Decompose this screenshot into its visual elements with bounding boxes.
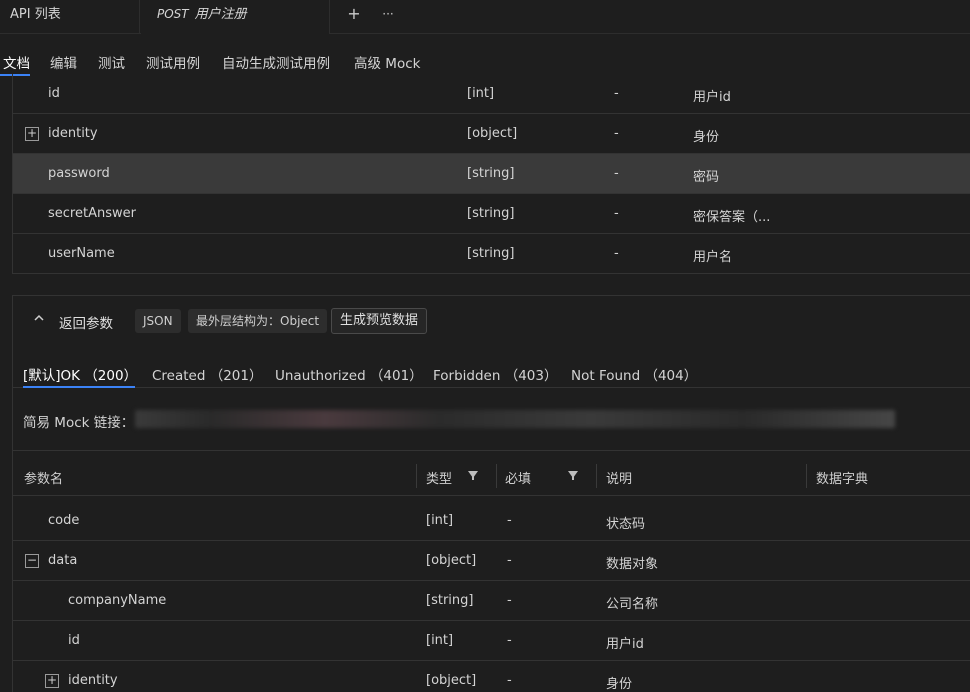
param-type: [int] (426, 513, 454, 528)
filter-icon[interactable] (568, 471, 578, 480)
more-icon: ··· (382, 7, 394, 21)
param-desc: 数据对象 (606, 557, 659, 572)
tab-status-201[interactable]: Created （201） (152, 364, 263, 384)
param-type: [object] (426, 553, 477, 568)
header-param-name: 参数名 (24, 472, 64, 487)
mock-link-redacted[interactable] (135, 410, 895, 428)
tab-status-403[interactable]: Forbidden （403） (433, 364, 557, 384)
table-row: + identity [object] - 身份 (13, 114, 970, 154)
param-type: [object] (467, 126, 518, 141)
param-type: [int] (426, 633, 454, 648)
param-name: id (48, 86, 60, 101)
structure-chip: 最外层结构为：Object (188, 309, 328, 333)
param-type: [string] (467, 206, 515, 221)
column-divider (496, 464, 497, 488)
header-desc: 说明 (606, 472, 633, 487)
header-required: 必填 (505, 472, 532, 487)
header-type: 类型 (426, 472, 453, 487)
table-row: code [int] - 状态码 (13, 501, 970, 541)
table-row-selected[interactable]: password [string] - 密码 (13, 154, 970, 194)
add-tab-button[interactable]: + (342, 3, 366, 27)
param-required: - (614, 86, 619, 101)
param-name: userName (48, 246, 115, 261)
param-required: - (507, 633, 512, 648)
expand-icon[interactable]: + (45, 674, 59, 688)
param-required: - (614, 126, 619, 141)
param-required: - (507, 513, 512, 528)
param-desc: 身份 (606, 677, 633, 692)
table-row: userName [string] - 用户名 (13, 234, 970, 274)
table-row: id [int] - 用户id (13, 74, 970, 114)
param-required: - (507, 553, 512, 568)
format-chip: JSON (135, 309, 181, 333)
param-desc: 用户名 (693, 250, 733, 265)
tab-method: POST (157, 7, 189, 21)
response-table-header: 参数名 类型 必填 说明 数据字典 (13, 456, 970, 496)
table-row: + identity [object] - 身份 (13, 661, 970, 692)
column-divider (806, 464, 807, 488)
param-type: [string] (426, 593, 474, 608)
status-active-indicator (23, 386, 135, 388)
subnav-doc[interactable]: 文档 (3, 52, 30, 72)
table-row: companyName [string] - 公司名称 (13, 581, 970, 621)
param-type: [int] (467, 86, 495, 101)
subnav-test-cases[interactable]: 测试用例 (146, 52, 200, 72)
mock-link-label: 简易 Mock 链接： (23, 415, 135, 431)
param-desc: 密码 (693, 170, 720, 185)
status-code-tabs: [默认]OK （200） Created （201） Unauthorized … (13, 358, 970, 388)
column-divider (596, 464, 597, 488)
param-name: id (68, 633, 80, 648)
tab-bar: API 列表 POST 用户注册 + ··· (0, 0, 970, 34)
param-name: companyName (68, 593, 167, 608)
response-title: 返回参数 (59, 316, 113, 332)
subnav-advanced-mock[interactable]: 高级 Mock (354, 52, 420, 72)
generate-preview-button[interactable]: 生成预览数据 (331, 308, 428, 334)
param-desc: 状态码 (606, 517, 646, 532)
param-name: data (48, 553, 78, 568)
table-row: − data [object] - 数据对象 (13, 541, 970, 581)
param-required: - (507, 673, 512, 688)
tab-status-404[interactable]: Not Found （404） (571, 364, 697, 384)
param-required: - (614, 166, 619, 181)
chevron-up-icon[interactable] (33, 312, 45, 327)
collapse-icon[interactable]: − (25, 554, 39, 568)
tab-status-401[interactable]: Unauthorized （401） (275, 364, 423, 384)
subnav-edit[interactable]: 编辑 (50, 52, 77, 72)
table-row: id [int] - 用户id (13, 621, 970, 661)
param-desc: 身份 (693, 130, 720, 145)
header-data-dict: 数据字典 (816, 472, 869, 487)
subnav-test[interactable]: 测试 (98, 52, 125, 72)
column-divider (416, 464, 417, 488)
divider (13, 450, 970, 451)
tab-api-list-label: API 列表 (10, 7, 61, 22)
param-name: secretAnswer (48, 206, 136, 221)
response-params-panel: 返回参数 JSON 最外层结构为：Object 生成预览数据 [默认]OK （2… (12, 295, 970, 692)
param-type: [object] (426, 673, 477, 688)
param-desc: 密保答案（... (693, 210, 771, 225)
tab-user-register[interactable]: POST 用户注册 (141, 0, 330, 34)
tab-user-register-label: 用户注册 (194, 7, 247, 22)
table-row: secretAnswer [string] - 密保答案（... (13, 194, 970, 234)
param-name: identity (48, 126, 98, 141)
more-tabs-button[interactable]: ··· (376, 3, 400, 27)
param-desc: 用户id (693, 90, 731, 105)
param-type: [string] (467, 166, 515, 181)
request-params-table: id [int] - 用户id + identity [object] - 身份… (12, 74, 970, 274)
param-name: password (48, 166, 110, 181)
response-header: 返回参数 JSON 最外层结构为：Object 生成预览数据 (13, 296, 970, 346)
subnav-auto-test-cases[interactable]: 自动生成测试用例 (222, 52, 330, 72)
tab-api-list[interactable]: API 列表 (0, 0, 140, 34)
expand-icon[interactable]: + (25, 127, 39, 141)
param-desc: 公司名称 (606, 597, 659, 612)
tab-status-200[interactable]: [默认]OK （200） (23, 364, 137, 384)
param-required: - (614, 246, 619, 261)
param-required: - (507, 593, 512, 608)
param-name: identity (68, 673, 118, 688)
plus-icon: + (347, 4, 361, 23)
param-desc: 用户id (606, 637, 644, 652)
param-name: code (48, 513, 80, 528)
filter-icon[interactable] (468, 471, 478, 480)
param-type: [string] (467, 246, 515, 261)
param-required: - (614, 206, 619, 221)
